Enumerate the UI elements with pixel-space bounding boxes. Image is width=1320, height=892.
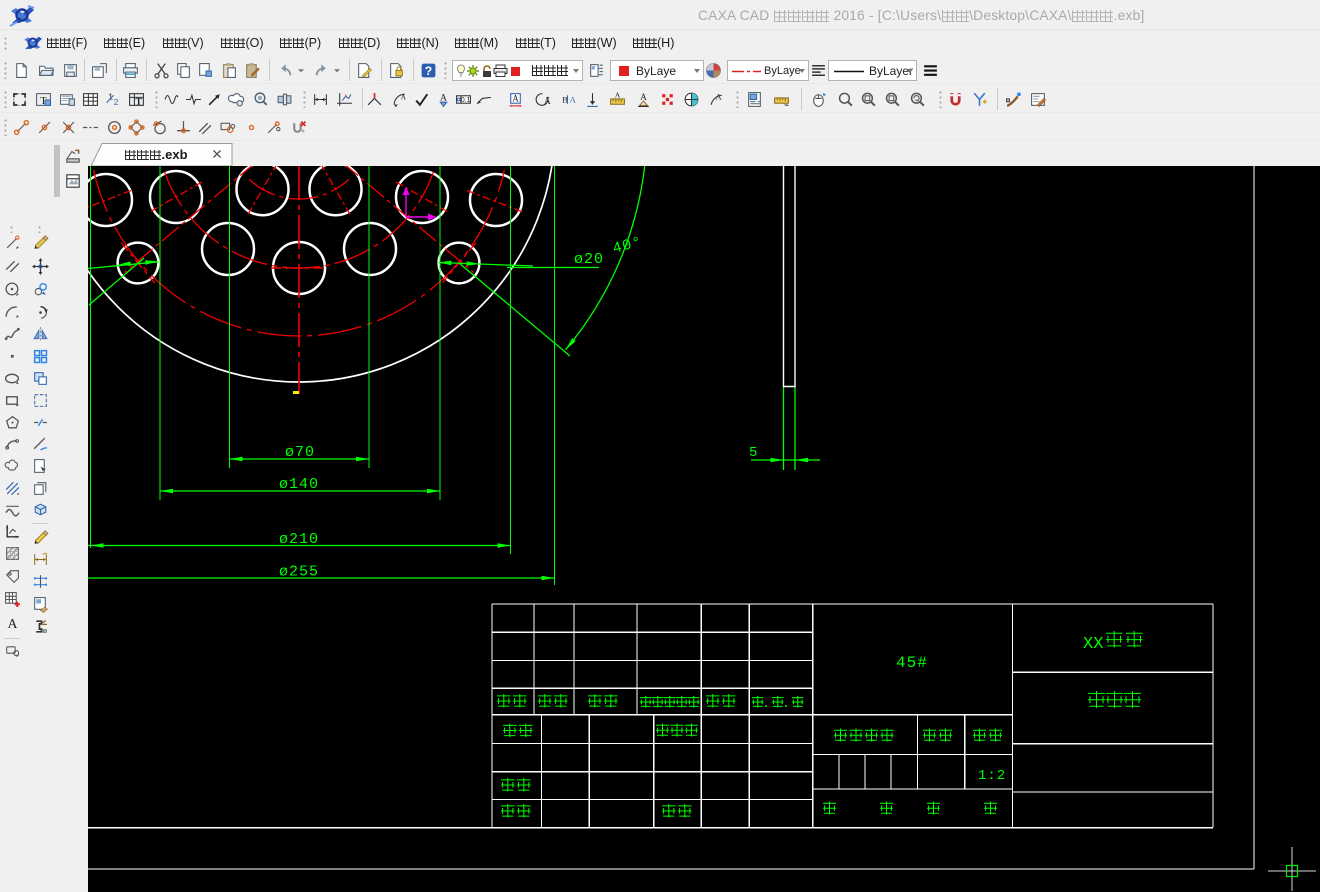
svg-text:x: x	[345, 93, 348, 99]
svg-text:A: A	[7, 615, 17, 630]
svg-text:A: A	[640, 92, 647, 102]
svg-text:5: 5	[749, 445, 758, 461]
svg-text:45#: 45#	[896, 654, 928, 672]
svg-text:XX: XX	[1083, 635, 1103, 654]
svg-text:ø20: ø20	[574, 251, 604, 268]
svg-text:ø140: ø140	[279, 476, 319, 493]
svg-text:2: 2	[114, 96, 119, 106]
svg-text:A: A	[401, 92, 407, 101]
svg-text:A: A	[716, 91, 723, 101]
svg-text:0.1: 0.1	[460, 97, 470, 104]
svg-text:ø255: ø255	[279, 564, 319, 581]
svg-text:A: A	[615, 91, 621, 99]
svg-text:A: A	[570, 94, 577, 104]
svg-text:?: ?	[424, 63, 431, 77]
svg-text:ø210: ø210	[279, 531, 319, 548]
svg-text:ø70: ø70	[285, 444, 315, 461]
svg-text:T: T	[135, 96, 142, 107]
svg-text:40°: 40°	[611, 234, 644, 258]
svg-text:1:2: 1:2	[978, 768, 1006, 784]
svg-text:A: A	[513, 93, 520, 103]
